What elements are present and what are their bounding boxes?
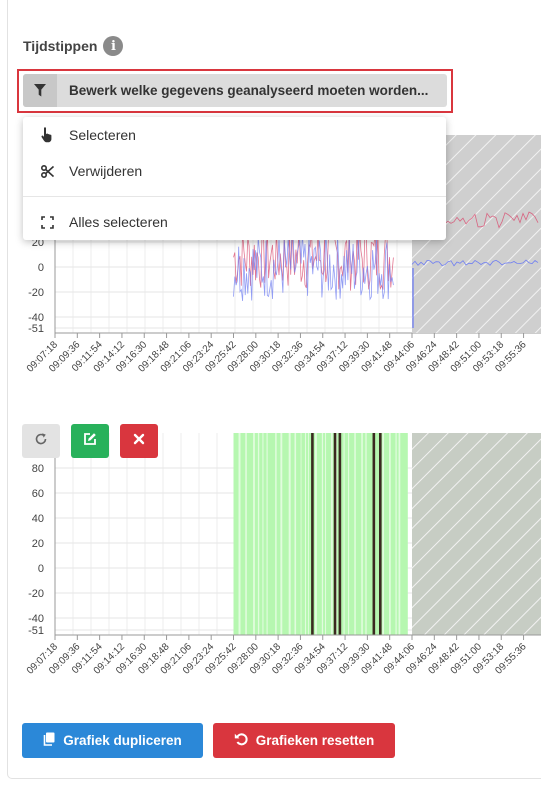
section-title: Tijdstippen: [23, 38, 98, 54]
menu-divider: [23, 196, 446, 197]
menu-item-select-all[interactable]: Alles selecteren: [23, 209, 446, 235]
reset-label: Grafieken resetten: [255, 733, 375, 748]
menu-item-label: Selecteren: [69, 127, 136, 143]
pointer-hand-icon: [39, 127, 55, 143]
selection-chart[interactable]: 806040200-20-40-5109:07:1809:09:3609:11:…: [0, 425, 541, 725]
copy-icon: [43, 732, 55, 749]
select-all-icon: [39, 215, 55, 229]
y-tick-label: 60: [32, 488, 44, 500]
refresh-button[interactable]: [22, 424, 60, 458]
y-tick-label: 0: [38, 262, 44, 274]
y-tick-label: -20: [28, 287, 44, 299]
y-tick-label: -51: [28, 625, 44, 637]
y-tick-label: -40: [28, 613, 44, 625]
menu-item-delete[interactable]: Verwijderen: [23, 158, 446, 184]
y-tick-label: 0: [38, 563, 44, 575]
undo-icon: [234, 732, 248, 749]
filter-label: Bewerk welke gegevens geanalyseerd moete…: [69, 83, 429, 98]
edit-data-filter-button[interactable]: Bewerk welke gegevens geanalyseerd moete…: [23, 74, 447, 107]
excluded-hatch: [412, 433, 541, 635]
reset-charts-button[interactable]: Grafieken resetten: [213, 723, 395, 758]
edit-button[interactable]: [71, 424, 109, 458]
section-header: Tijdstippen i: [23, 36, 124, 56]
y-tick-label: 20: [32, 538, 44, 550]
selected-region: [233, 433, 408, 635]
duplicate-chart-button[interactable]: Grafiek dupliceren: [22, 723, 203, 758]
filter-icon: [23, 74, 57, 107]
menu-item-label: Alles selecteren: [69, 214, 168, 230]
y-tick-label: 40: [32, 513, 44, 525]
scissors-icon: [39, 164, 55, 178]
y-tick-label: -51: [28, 323, 44, 335]
info-icon[interactable]: i: [103, 36, 124, 56]
edit-icon: [83, 432, 97, 451]
menu-item-label: Verwijderen: [69, 163, 143, 179]
y-tick-label: 80: [32, 463, 44, 475]
filter-menu: Selecteren Verwijderen Alles selecteren: [23, 117, 446, 240]
menu-item-select[interactable]: Selecteren: [23, 122, 446, 148]
delete-button[interactable]: [120, 424, 158, 458]
y-tick-label: -20: [28, 588, 44, 600]
refresh-icon: [34, 432, 48, 451]
duplicate-label: Grafiek dupliceren: [63, 733, 182, 748]
close-icon: [133, 432, 145, 450]
